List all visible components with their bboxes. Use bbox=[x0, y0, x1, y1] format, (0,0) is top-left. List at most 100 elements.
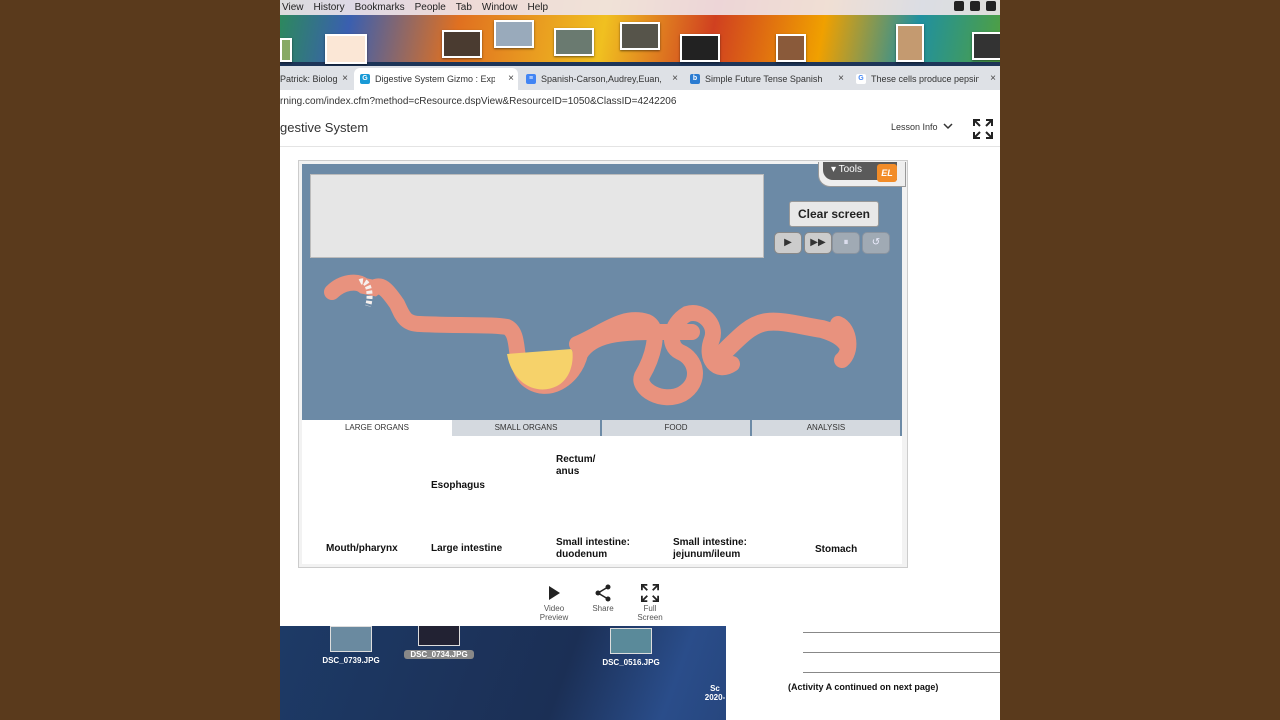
chevron-down-icon bbox=[943, 123, 953, 130]
desktop-file[interactable]: DSC_0739.JPG bbox=[316, 626, 386, 665]
share-icon bbox=[595, 584, 611, 602]
fullscreen-icon[interactable] bbox=[973, 119, 993, 139]
tab-food[interactable]: FOOD bbox=[602, 420, 750, 436]
reset-button[interactable]: ↺ bbox=[862, 232, 890, 254]
video-preview-button[interactable]: Video Preview bbox=[534, 584, 574, 622]
desktop-photo[interactable] bbox=[776, 34, 806, 62]
divider bbox=[280, 146, 1000, 147]
organ-duodenum-line1: Small intestine: bbox=[556, 537, 630, 548]
fast-forward-button[interactable]: ▶▶ bbox=[804, 232, 832, 254]
file-name: DSC_0516.JPG bbox=[602, 658, 660, 667]
reset-icon: ↺ bbox=[871, 237, 881, 248]
desktop-photo[interactable] bbox=[325, 34, 367, 64]
tab-title: Spanish-Carson,Audrey,Euan, bbox=[541, 74, 661, 84]
lesson-info-label: Lesson Info bbox=[891, 122, 938, 132]
pause-button[interactable]: ⏸ bbox=[832, 232, 860, 254]
menu-bookmarks[interactable]: Bookmarks bbox=[355, 2, 405, 13]
desktop-photo[interactable] bbox=[896, 24, 924, 62]
wifi-icon[interactable] bbox=[986, 1, 996, 11]
organ-rectum-line1: Rectum/ bbox=[556, 454, 596, 465]
address-bar[interactable]: rning.com/index.cfm?method=cResource.dsp… bbox=[280, 90, 1000, 115]
menu-help[interactable]: Help bbox=[527, 2, 548, 13]
organ-duodenum[interactable]: Small intestine: duodenum bbox=[556, 537, 630, 561]
desktop-file[interactable]: DSC_0516.JPG bbox=[596, 628, 666, 667]
close-icon[interactable]: × bbox=[672, 73, 678, 84]
video-preview-line2: Preview bbox=[539, 613, 569, 622]
close-icon[interactable]: × bbox=[990, 73, 996, 84]
desktop-file[interactable]: DSC_0734.JPG bbox=[404, 626, 474, 659]
menu-view[interactable]: View bbox=[282, 2, 304, 13]
menu-tab[interactable]: Tab bbox=[456, 2, 472, 13]
desktop-photo[interactable] bbox=[972, 32, 1000, 60]
organ-esophagus[interactable]: Esophagus bbox=[431, 480, 485, 492]
notes-textbox[interactable] bbox=[310, 174, 764, 258]
desktop-photo[interactable] bbox=[554, 28, 594, 56]
tools-menu[interactable]: ▾ Tools EL bbox=[818, 162, 906, 187]
clear-screen-button[interactable]: Clear screen bbox=[789, 201, 879, 227]
organ-rectum[interactable]: Rectum/ anus bbox=[556, 454, 595, 478]
divider bbox=[803, 632, 1000, 633]
menu-bar: View History Bookmarks People Tab Window… bbox=[280, 0, 1000, 15]
divider bbox=[803, 672, 1000, 673]
gizmo-tab-bar: LARGE ORGANS SMALL ORGANS FOOD ANALYSIS bbox=[302, 420, 902, 436]
organ-jejunum-line1: Small intestine: bbox=[673, 537, 747, 548]
tab-title: Patrick: Biolog bbox=[280, 74, 338, 84]
tab-title: Digestive System Gizmo : Explo bbox=[375, 74, 495, 84]
close-icon[interactable]: × bbox=[342, 73, 348, 84]
file-thumbnail bbox=[418, 626, 460, 646]
full-screen-line1: Full bbox=[643, 604, 657, 613]
desktop-photo[interactable] bbox=[442, 30, 482, 58]
camera-icon[interactable] bbox=[954, 1, 964, 11]
fast-forward-icon: ▶▶ bbox=[810, 237, 826, 248]
tab-small-organs[interactable]: SMALL ORGANS bbox=[452, 420, 600, 436]
desktop-photo[interactable] bbox=[680, 34, 720, 62]
file-name: DSC_0734.JPG bbox=[404, 650, 474, 659]
page-title: gestive System bbox=[280, 120, 369, 135]
close-icon[interactable]: × bbox=[838, 73, 844, 84]
share-button[interactable]: Share bbox=[583, 584, 623, 613]
web-page: gestive System Lesson Info ▾ Tools EL Cl… bbox=[280, 114, 1000, 626]
share-label: Share bbox=[592, 604, 614, 613]
menu-people[interactable]: People bbox=[415, 2, 446, 13]
tab-analysis[interactable]: ANALYSIS bbox=[752, 420, 900, 436]
organ-mouth[interactable]: Mouth/pharynx bbox=[326, 543, 398, 555]
full-screen-button[interactable]: Full Screen bbox=[630, 584, 670, 622]
tab-title: Simple Future Tense Spanish bbox=[705, 74, 823, 84]
organ-rectum-line2: anus bbox=[556, 466, 580, 477]
browser-tab[interactable]: ≡ Spanish-Carson,Audrey,Euan, × bbox=[520, 68, 682, 90]
play-button[interactable]: ▶ bbox=[774, 232, 802, 254]
document-text: (Activity A continued on next page) bbox=[788, 682, 939, 692]
url-text[interactable]: rning.com/index.cfm?method=cResource.dsp… bbox=[280, 96, 676, 107]
google-icon: G bbox=[856, 74, 866, 84]
desktop-photo[interactable] bbox=[280, 38, 292, 62]
play-icon bbox=[549, 586, 560, 600]
organ-stomach[interactable]: Stomach bbox=[815, 544, 857, 556]
creative-cloud-icon[interactable] bbox=[970, 1, 980, 11]
video-preview-line1: Video bbox=[543, 604, 565, 613]
browser-tab[interactable]: G These cells produce pepsin, wh × bbox=[850, 68, 1000, 90]
browser-tab-active[interactable]: G Digestive System Gizmo : Explo × bbox=[354, 68, 518, 90]
tab-label: SMALL ORGANS bbox=[494, 423, 558, 432]
triangle-down-icon: ▾ bbox=[831, 164, 839, 175]
organ-large-intestine[interactable]: Large intestine bbox=[431, 543, 502, 555]
desktop-photo[interactable] bbox=[620, 22, 660, 50]
close-icon[interactable]: × bbox=[508, 73, 514, 84]
screen: View History Bookmarks People Tab Window… bbox=[280, 0, 1000, 720]
desktop-photo[interactable] bbox=[494, 20, 534, 48]
file-name: DSC_0739.JPG bbox=[322, 656, 380, 665]
organ-duodenum-line2: duodenum bbox=[556, 549, 608, 560]
organ-jejunum[interactable]: Small intestine: jejunum/ileum bbox=[673, 537, 747, 561]
fullscreen-icon bbox=[641, 584, 659, 602]
pause-icon: ⏸ bbox=[843, 237, 849, 248]
simulation-area: ▾ Tools EL Clear screen ▶ ▶▶ ⏸ ↺ bbox=[302, 162, 906, 420]
file-thumbnail bbox=[610, 628, 652, 654]
browser-tab[interactable]: Patrick: Biolog × bbox=[280, 68, 352, 90]
status-icons bbox=[954, 1, 996, 11]
browser-tab[interactable]: b Simple Future Tense Spanish × bbox=[684, 68, 848, 90]
lesson-info-dropdown[interactable]: Lesson Info bbox=[891, 122, 953, 132]
tab-large-organs[interactable]: LARGE ORGANS bbox=[302, 420, 452, 436]
menu-history[interactable]: History bbox=[314, 2, 345, 13]
menu-window[interactable]: Window bbox=[482, 2, 518, 13]
gizmo-footer: Video Preview Share Full Screen bbox=[530, 584, 670, 626]
play-icon: ▶ bbox=[784, 237, 792, 248]
